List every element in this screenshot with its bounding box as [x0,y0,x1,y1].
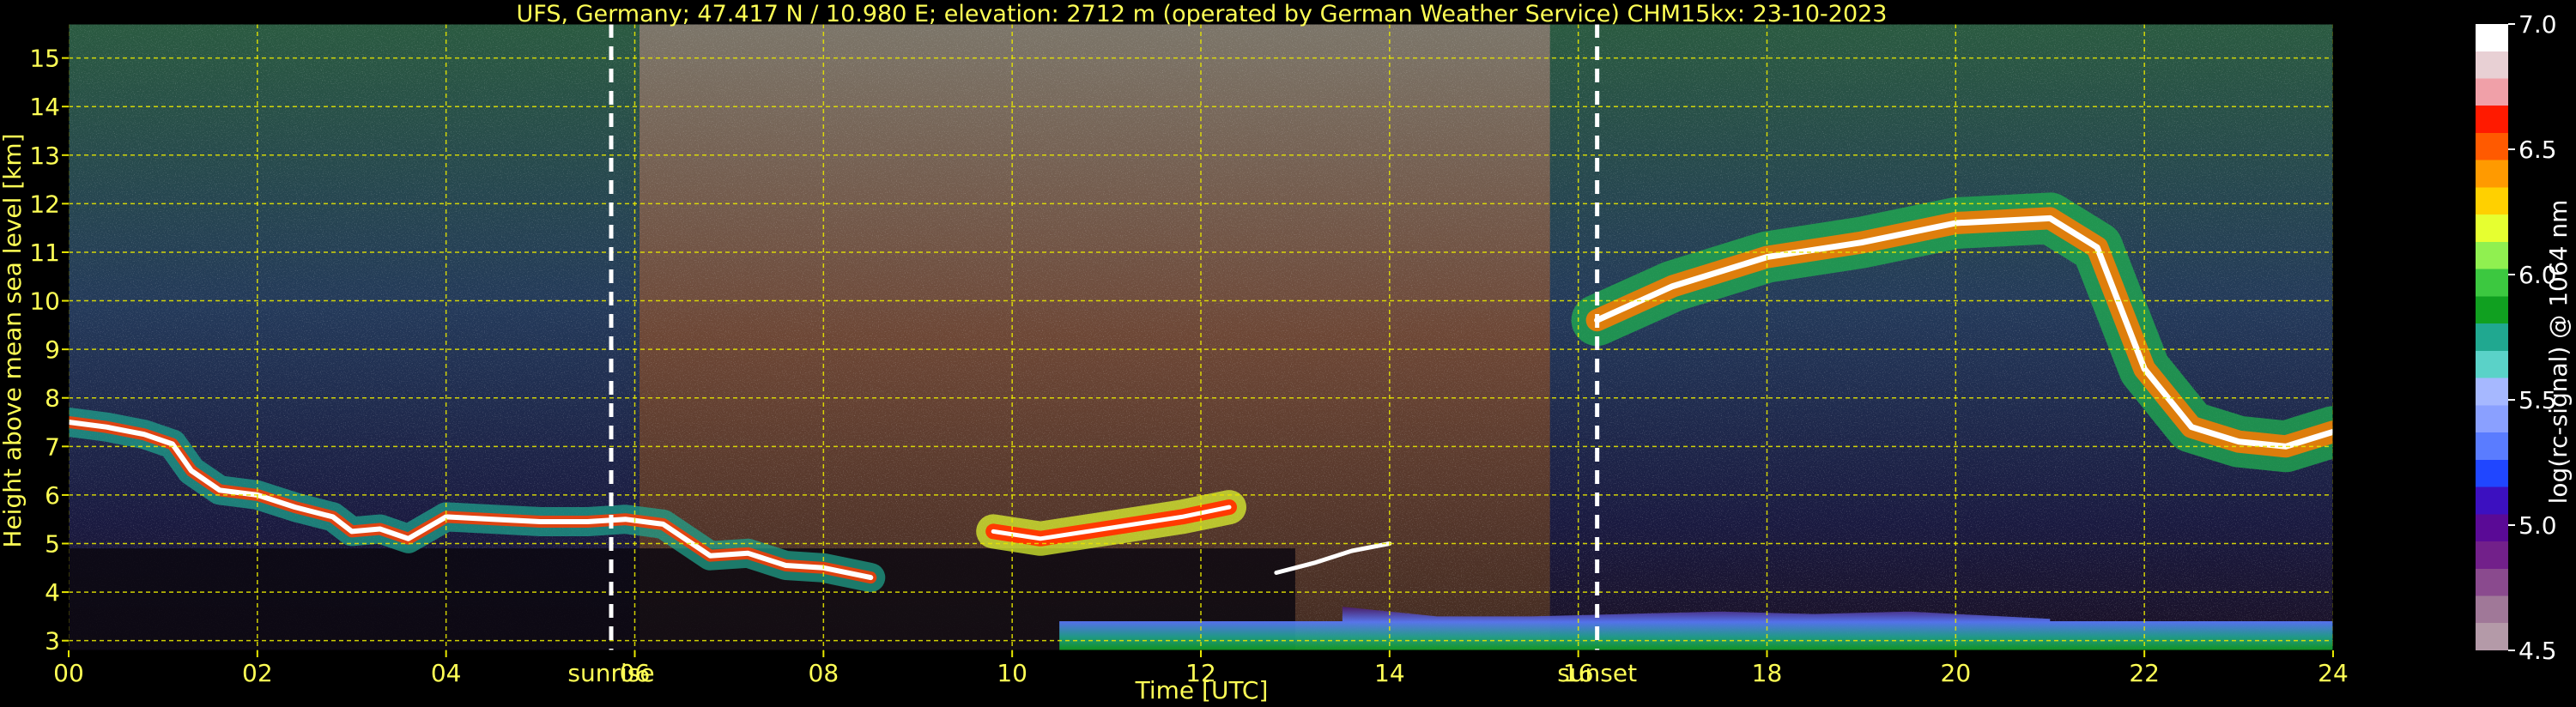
x-tick-label: 08 [809,659,839,687]
x-tick-label: 24 [2318,659,2349,687]
colorbar-tick-label: 4.5 [2518,637,2557,665]
y-tick-label: 9 [45,335,60,364]
x-tick-label: 22 [2129,659,2160,687]
x-tick-label: 20 [1941,659,1972,687]
y-tick-label: 12 [29,190,60,218]
marker-label-sunrise: sunrise [567,659,654,687]
y-tick-label: 5 [45,530,60,559]
colorbar-scale [2476,24,2508,650]
y-tick-label: 6 [45,481,60,510]
colorbar-label: log(rc-signal) @ 1064 nm [2544,200,2573,505]
colorbar: 4.55.05.56.06.57.0 log(rc-signal) @ 1064… [2476,10,2573,665]
colorbar-tick-label: 5.0 [2518,511,2557,540]
y-tick-label: 3 [45,627,60,656]
x-tick-label: 02 [242,659,273,687]
y-tick-label: 7 [45,432,60,461]
y-tick-label: 4 [45,578,60,607]
x-tick-label: 18 [1752,659,1783,687]
y-tick-label: 14 [29,93,60,121]
x-tick-label: 04 [431,659,462,687]
y-axis-ticks: 3 4 5 6 7 8 9 10 11 12 13 14 15 [29,45,69,656]
marker-label-sunset: sunset [1557,659,1637,687]
x-tick-label: 14 [1374,659,1405,687]
y-tick-label: 13 [29,142,60,170]
x-axis-label: Time [UTC] [1135,676,1269,704]
y-tick-label: 11 [29,239,60,267]
y-tick-label: 8 [45,384,60,413]
y-tick-label: 15 [29,45,60,73]
x-tick-label: 10 [997,659,1027,687]
y-tick-label: 10 [29,287,60,316]
plot-area [69,24,2333,650]
ceilometer-chart: 00 02 04 06 08 10 12 14 16 18 20 22 24 3456789101112… [0,1,2573,704]
sun-marker-labels: sunrise sunset [567,659,1637,687]
colorbar-tick-label: 7.0 [2518,10,2557,39]
colorbar-tick-label: 6.5 [2518,136,2557,164]
chart-title: UFS, Germany; 47.417 N / 10.980 E; eleva… [517,1,1888,27]
x-tick-label: 00 [53,659,84,687]
y-axis-label: Height above mean sea level [km] [0,133,27,547]
